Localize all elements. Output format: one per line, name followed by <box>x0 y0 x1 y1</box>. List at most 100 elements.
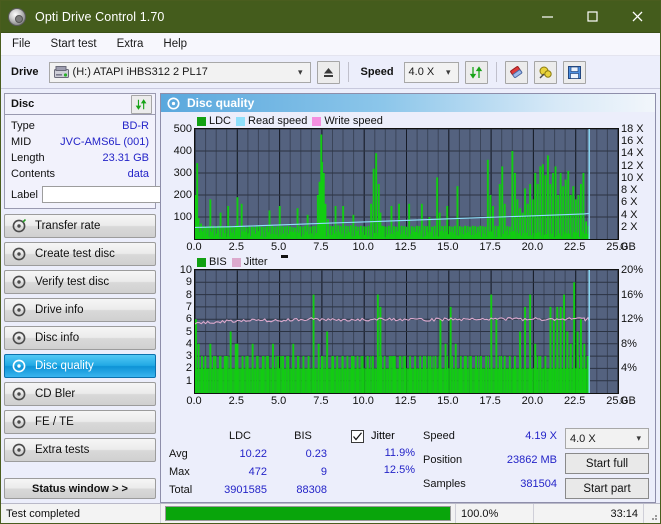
sidebar-item-drive-info[interactable]: Drive info <box>4 298 156 322</box>
x-tick-label: 7.5 <box>313 395 328 407</box>
status-window-button[interactable]: Status window > > <box>4 478 156 499</box>
y-tick-label: 7 <box>186 301 192 313</box>
sidebar-item-disc-quality[interactable]: Disc quality <box>4 354 156 378</box>
test-speed-select[interactable]: 4.0 X ▾ <box>565 428 649 449</box>
samples-label: Samples <box>423 476 479 500</box>
menu-item-help[interactable]: Help <box>162 36 188 52</box>
jitter-header: Jitter <box>351 428 417 445</box>
stats-table: LDC BIS Avg 10.22 0.23 Max 472 9 Total 3… <box>169 428 333 500</box>
bulb-icon <box>538 65 553 80</box>
sidebar-item-label: Extra tests <box>35 444 89 456</box>
refresh-button[interactable] <box>465 61 488 84</box>
eject-button[interactable] <box>317 61 340 84</box>
position-label: Position <box>423 452 479 476</box>
maximize-icon[interactable] <box>570 1 615 33</box>
x-tick-label: 15.0 <box>437 241 458 253</box>
y-tick-label: 10 <box>180 264 192 276</box>
sidebar-item-transfer-rate[interactable]: Transfer rate <box>4 214 156 238</box>
jitter-label: Jitter <box>371 428 395 445</box>
disc-row-value: JVC-AMS6L (001) <box>60 134 149 150</box>
menu-bar: File Start test Extra Help <box>1 33 660 56</box>
progress-bar <box>161 504 456 523</box>
x-tick-label: 22.5 <box>564 395 585 407</box>
sidebar-item-disc-info[interactable]: Disc info <box>4 326 156 350</box>
chart-bis-legend: BIS Jitter <box>197 255 655 269</box>
x-tick-label: 0.0 <box>186 241 201 253</box>
window-controls <box>525 1 660 33</box>
legend-label-ldc: LDC <box>209 115 231 127</box>
stats-header-ldc: LDC <box>207 428 273 446</box>
legend-swatch-write-speed <box>312 117 321 126</box>
disc-info-rows: Type BD-R MID JVC-AMS6L (001) Length 23.… <box>5 115 155 208</box>
disc-row-key: Length <box>11 150 45 166</box>
settings-button[interactable] <box>534 61 557 84</box>
chart-bis-y-axis: 1 2 3 4 5 6 7 8 9 10 <box>161 269 194 394</box>
sidebar-item-cd-bler[interactable]: CD Bler <box>4 382 156 406</box>
drive-select[interactable]: (H:) ATAPI iHBS312 2 PL17 ▾ <box>49 62 311 83</box>
disc-panel-header: Disc <box>5 94 155 115</box>
sidebar-item-verify-test-disc[interactable]: Verify test disc <box>4 270 156 294</box>
sidebar-item-label: FE / TE <box>35 416 74 428</box>
x-tick-label: 10.0 <box>352 395 373 407</box>
chart-bis-y2-axis: 4% 8% 12% 16% 20% <box>619 269 655 394</box>
y-tick-label: 100 <box>174 211 192 223</box>
disc-row-key: MID <box>11 134 31 150</box>
y2-tick-label: 2 X <box>621 221 638 233</box>
stats-row-label-max: Max <box>169 464 207 482</box>
sidebar-item-extra-tests[interactable]: Extra tests <box>4 438 156 462</box>
chevron-down-icon: ▾ <box>441 67 456 78</box>
disc-row-length: Length 23.31 GB <box>11 150 149 166</box>
sidebar-item-fe-te[interactable]: FE / TE <box>4 410 156 434</box>
legend-swatch-read-speed <box>236 117 245 126</box>
legend-entry-bis: BIS <box>197 256 227 268</box>
eraser-icon <box>509 65 524 80</box>
resize-grip-icon[interactable] <box>644 504 660 523</box>
minimize-icon[interactable] <box>525 1 570 33</box>
legend-swatch-ldc <box>197 117 206 126</box>
disc-label-key: Label <box>11 189 38 201</box>
x-axis-unit-label: GB <box>620 395 653 407</box>
jitter-column: Jitter 11.9% 12.5% <box>351 428 417 500</box>
x-tick-label: 12.5 <box>395 241 416 253</box>
y2-tick-label: 16% <box>621 289 643 301</box>
body: Disc Type BD-R MID JVC-AMS6L (001) Lengt… <box>1 89 660 503</box>
disc-icon <box>12 275 26 289</box>
disc-row-value: data <box>128 166 149 182</box>
legend-entry-ldc: LDC <box>197 115 231 127</box>
close-icon[interactable] <box>615 1 660 33</box>
y2-tick-label: 14 X <box>621 147 644 159</box>
toolbar: Drive (H:) ATAPI iHBS312 2 PL17 ▾ Speed <box>1 56 660 89</box>
x-tick-label: 22.5 <box>564 241 585 253</box>
menu-item-extra[interactable]: Extra <box>116 36 145 52</box>
chart-ldc-plot-wrap: 100 200 300 400 500 2 X4 X6 X8 X 10 X 12 X 14 X… <box>161 128 655 240</box>
start-part-button[interactable]: Start part <box>565 478 649 499</box>
samples-value: 381504 <box>479 476 557 500</box>
jitter-checkbox[interactable] <box>351 430 364 443</box>
x-tick-label: 5.0 <box>271 241 286 253</box>
x-tick-label: 2.5 <box>229 241 244 253</box>
save-button[interactable] <box>563 61 586 84</box>
disc-row-mid: MID JVC-AMS6L (001) <box>11 134 149 150</box>
start-full-button[interactable]: Start full <box>565 453 649 474</box>
y-tick-label: 500 <box>174 123 192 135</box>
speed-select[interactable]: 4.0 X ▾ <box>404 62 459 83</box>
disc-icon <box>12 331 26 345</box>
chevron-down-icon: ▾ <box>293 67 308 78</box>
sidebar-item-create-test-disc[interactable]: Create test disc <box>4 242 156 266</box>
erase-button[interactable] <box>505 61 528 84</box>
jitter-max-value: 12.5% <box>351 462 417 479</box>
menu-item-start-test[interactable]: Start test <box>50 36 98 52</box>
sidebar-item-label: Disc info <box>35 332 79 344</box>
chart-ldc-plot <box>194 128 619 240</box>
window-title: Opti Drive Control 1.70 <box>35 10 164 24</box>
menu-item-file[interactable]: File <box>11 36 32 52</box>
chevron-down-icon: ▾ <box>631 433 646 444</box>
disc-refresh-button[interactable] <box>131 95 152 114</box>
x-tick-label: 17.5 <box>479 395 500 407</box>
chart-ldc-y2-axis: 2 X4 X6 X8 X 10 X 12 X 14 X 16 X 18 X <box>619 128 655 240</box>
drive-label: Drive <box>7 66 43 78</box>
panel-title: Disc quality <box>187 96 254 110</box>
x-tick-label: 20.0 <box>522 395 543 407</box>
app-window: Opti Drive Control 1.70 File Start test … <box>0 0 661 524</box>
app-disc-icon <box>8 8 26 26</box>
